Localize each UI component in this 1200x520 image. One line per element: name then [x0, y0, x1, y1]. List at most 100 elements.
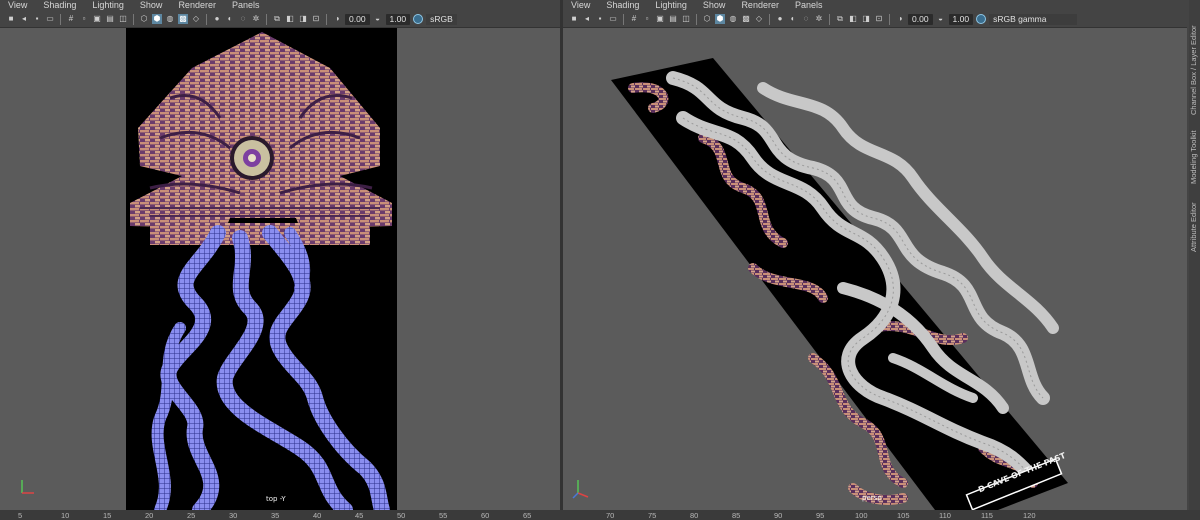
gate-mask-icon[interactable]: ▣	[655, 14, 665, 24]
grid-icon[interactable]: #	[66, 14, 76, 24]
left-viewport-panel: View Shading Lighting Show Renderer Pane…	[0, 0, 560, 510]
timeline-tick: 110	[939, 511, 951, 520]
gate-mask-icon[interactable]: ▣	[92, 14, 102, 24]
smooth-shade-icon[interactable]: ⬢	[152, 14, 162, 24]
film-gate-icon[interactable]: ▭	[45, 14, 55, 24]
grid-icon[interactable]: #	[629, 14, 639, 24]
field-chart-icon[interactable]: ▤	[668, 14, 678, 24]
bookmark-icon[interactable]: ◂	[19, 14, 29, 24]
shadows-icon[interactable]: ●	[775, 14, 785, 24]
textured-icon[interactable]: ▩	[741, 14, 751, 24]
motion-blur-icon[interactable]: ◌	[801, 14, 811, 24]
xray-icon[interactable]: ◧	[285, 14, 295, 24]
menu-shading[interactable]: Shading	[43, 0, 76, 11]
timeline-tick: 60	[481, 511, 490, 520]
safe-action-icon[interactable]: ◫	[681, 14, 691, 24]
toolbar-divider	[266, 13, 267, 25]
xray-icon[interactable]: ◧	[848, 14, 858, 24]
persp-viewport[interactable]: persp D CAVE OF THE PAST	[563, 28, 1187, 510]
toolbar-divider	[769, 13, 770, 25]
timeline-ruler[interactable]: 5 10 15 20 25 30 35 40 45 50 55 60 65 70…	[0, 510, 1200, 520]
tab-channel-box[interactable]: Channel Box / Layer Editor	[1189, 10, 1200, 130]
exposure-field[interactable]: 0.00	[908, 13, 933, 25]
bookmark-icon[interactable]: ◂	[582, 14, 592, 24]
isolate-select-icon[interactable]: ⧉	[835, 14, 845, 24]
color-space-label[interactable]: sRGB	[426, 13, 457, 25]
axis-gizmo	[21, 480, 34, 494]
menu-show[interactable]: Show	[140, 0, 163, 11]
default-material-icon[interactable]: ◍	[165, 14, 175, 24]
menu-renderer[interactable]: Renderer	[178, 0, 216, 11]
safe-action-icon[interactable]: ◫	[118, 14, 128, 24]
timeline-tick: 40	[313, 511, 322, 520]
ambient-occlusion-icon[interactable]: ◐	[788, 14, 798, 24]
smooth-shade-icon[interactable]: ⬢	[715, 14, 725, 24]
menu-panels[interactable]: Panels	[232, 0, 260, 11]
toolbar-divider	[60, 13, 61, 25]
timeline-tick: 35	[271, 511, 280, 520]
camera-label: persp	[862, 494, 882, 502]
camera-icon[interactable]: ■	[6, 14, 16, 24]
menu-view[interactable]: View	[571, 0, 590, 11]
timeline-tick: 20	[145, 511, 154, 520]
camera-icon[interactable]: ■	[569, 14, 579, 24]
timeline-tick: 120	[1023, 511, 1036, 520]
tab-modeling-toolkit[interactable]: Modeling Toolkit	[1189, 122, 1200, 192]
viewport-toolbar: ■ ◂ ▪ ▭ # ▫ ▣ ▤ ◫ ⬡ ⬢ ◍ ▩ ◇ ● ◐ ◌ ✲ ⧉ ◧ …	[0, 11, 560, 28]
viewport-toolbar: ■ ◂ ▪ ▭ # ▫ ▣ ▤ ◫ ⬡ ⬢ ◍ ▩ ◇ ● ◐ ◌ ✲ ⧉ ◧ …	[563, 11, 1187, 28]
use-lights-icon[interactable]: ◇	[191, 14, 201, 24]
image-plane-icon[interactable]: ▪	[595, 14, 605, 24]
timeline-tick: 55	[439, 511, 448, 520]
axis-gizmo	[572, 480, 589, 499]
central-orb	[230, 136, 274, 180]
wireframe-icon[interactable]: ⬡	[702, 14, 712, 24]
field-chart-icon[interactable]: ▤	[105, 14, 115, 24]
isolate-select-icon[interactable]: ⧉	[272, 14, 282, 24]
menu-lighting[interactable]: Lighting	[655, 0, 687, 11]
exposure-icon[interactable]: ◑	[895, 14, 905, 24]
exposure-field[interactable]: 0.00	[345, 13, 370, 25]
gamma-icon[interactable]: ◒	[936, 14, 946, 24]
wireframe-icon[interactable]: ⬡	[139, 14, 149, 24]
xray-joints-icon[interactable]: ◨	[861, 14, 871, 24]
timeline-tick: 90	[774, 511, 783, 520]
exposure-icon[interactable]: ◑	[332, 14, 342, 24]
backface-icon[interactable]: ⊡	[874, 14, 884, 24]
default-material-icon[interactable]: ◍	[728, 14, 738, 24]
shadows-icon[interactable]: ●	[212, 14, 222, 24]
menu-shading[interactable]: Shading	[606, 0, 639, 11]
timeline-tick: 65	[523, 511, 532, 520]
tab-attribute-editor[interactable]: Attribute Editor	[1189, 195, 1200, 260]
gamma-icon[interactable]: ◒	[373, 14, 383, 24]
color-management-icon[interactable]	[413, 14, 424, 24]
timeline-tick: 75	[648, 511, 657, 520]
menu-lighting[interactable]: Lighting	[92, 0, 124, 11]
toolbar-divider	[133, 13, 134, 25]
menu-renderer[interactable]: Renderer	[741, 0, 779, 11]
side-tab-strip: Channel Box / Layer Editor Modeling Tool…	[1189, 0, 1200, 510]
anti-alias-icon[interactable]: ✲	[814, 14, 824, 24]
toolbar-divider	[889, 13, 890, 25]
film-gate-icon[interactable]: ▭	[608, 14, 618, 24]
ambient-occlusion-icon[interactable]: ◐	[225, 14, 235, 24]
menu-panels[interactable]: Panels	[795, 0, 823, 11]
timeline-tick: 45	[355, 511, 364, 520]
use-lights-icon[interactable]: ◇	[754, 14, 764, 24]
menu-show[interactable]: Show	[703, 0, 726, 11]
gamma-field[interactable]: 1.00	[385, 13, 411, 25]
anti-alias-icon[interactable]: ✲	[251, 14, 261, 24]
motion-blur-icon[interactable]: ◌	[238, 14, 248, 24]
toolbar-divider	[206, 13, 207, 25]
toolbar-divider	[326, 13, 327, 25]
resolution-gate-icon[interactable]: ▫	[642, 14, 652, 24]
gamma-field[interactable]: 1.00	[948, 13, 974, 25]
color-space-label[interactable]: sRGB gamma	[989, 13, 1078, 25]
image-plane-icon[interactable]: ▪	[32, 14, 42, 24]
color-management-icon[interactable]	[976, 14, 987, 24]
top-view-viewport[interactable]: top -Y	[0, 28, 560, 510]
resolution-gate-icon[interactable]: ▫	[79, 14, 89, 24]
backface-icon[interactable]: ⊡	[311, 14, 321, 24]
menu-view[interactable]: View	[8, 0, 27, 11]
xray-joints-icon[interactable]: ◨	[298, 14, 308, 24]
textured-icon[interactable]: ▩	[178, 14, 188, 24]
